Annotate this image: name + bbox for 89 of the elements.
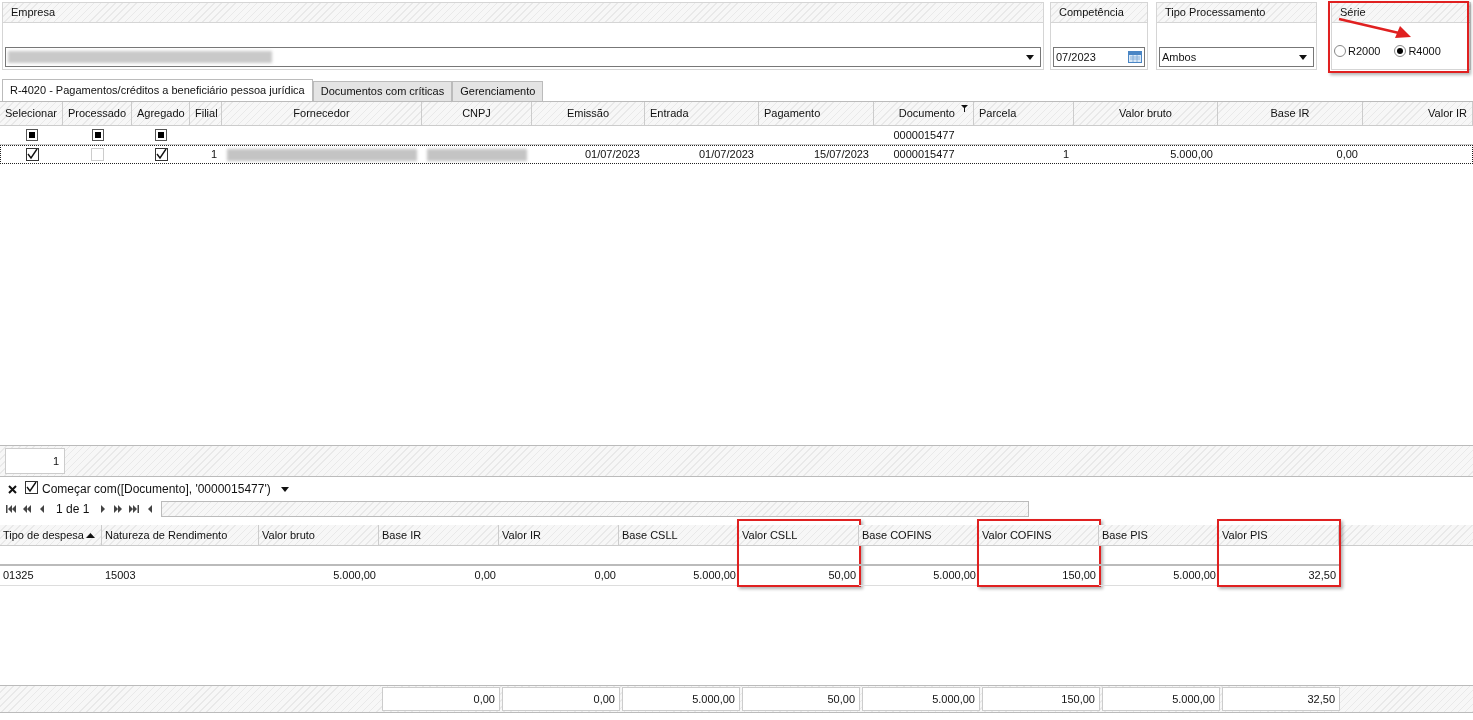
sort-ascending-icon[interactable] bbox=[86, 532, 95, 538]
total-cell: 32,50 bbox=[1222, 687, 1340, 711]
page-indicator: 1 de 1 bbox=[55, 501, 91, 518]
column-header[interactable]: Fornecedor bbox=[222, 102, 422, 125]
column-header[interactable]: Valor CSLL bbox=[739, 525, 859, 546]
checkbox[interactable] bbox=[154, 148, 168, 161]
filter-checkbox[interactable] bbox=[25, 129, 38, 141]
column-header[interactable]: Valor bruto bbox=[259, 525, 379, 546]
column-header[interactable]: Valor bruto bbox=[1074, 102, 1218, 125]
total-cell: 5.000,00 bbox=[622, 687, 740, 711]
date-field[interactable]: 07/2023 bbox=[1053, 47, 1145, 67]
column-header[interactable]: Pagamento bbox=[759, 102, 874, 125]
table-cell-text: 5.000,00 bbox=[333, 568, 376, 584]
panel-title: Série bbox=[1340, 5, 1366, 21]
filter-value: 0000015477 bbox=[893, 127, 955, 143]
filter-checkbox[interactable] bbox=[91, 129, 104, 141]
filter-icon[interactable] bbox=[961, 105, 968, 112]
column-header[interactable]: Entrada bbox=[645, 102, 759, 125]
column-header[interactable]: Selecionar bbox=[0, 102, 63, 125]
table-cell-text: 5.000,00 bbox=[1173, 568, 1216, 584]
column-header[interactable]: Base PIS bbox=[1099, 525, 1219, 546]
table-cell-text: 0,00 bbox=[594, 568, 616, 584]
table-cell-text: 0000015477 bbox=[893, 147, 955, 163]
total-cell: 5.000,00 bbox=[1102, 687, 1220, 711]
table-cell-text: 5.000,00 bbox=[1170, 147, 1213, 163]
record-count: 1 bbox=[5, 448, 65, 474]
column-header[interactable]: Base IR bbox=[1218, 102, 1363, 125]
filter-expression: Começar com([Documento], '0000015477') bbox=[42, 481, 271, 498]
column-header[interactable]: Tipo de despesa bbox=[0, 525, 102, 546]
table-cell-text: 5.000,00 bbox=[933, 568, 976, 584]
panel-title: Competência bbox=[1059, 5, 1124, 21]
column-header[interactable]: Base IR bbox=[379, 525, 499, 546]
dropdown-caret-icon bbox=[1026, 54, 1034, 60]
table-cell-text: 0,00 bbox=[1336, 147, 1358, 163]
dropdown-caret-icon bbox=[1299, 54, 1307, 60]
table-cell-text: 1 bbox=[210, 147, 217, 163]
checkbox[interactable] bbox=[25, 480, 38, 494]
table-cell-text: 01/07/2023 bbox=[698, 147, 754, 163]
column-header[interactable]: Valor IR bbox=[499, 525, 619, 546]
column-header[interactable]: Base COFINS bbox=[859, 525, 979, 546]
panel-title: Empresa bbox=[11, 5, 56, 21]
dropdown-caret-icon bbox=[280, 486, 289, 492]
table-cell-text: 15003 bbox=[105, 568, 136, 584]
tab[interactable]: Gerenciamento bbox=[452, 81, 544, 101]
radio-button[interactable] bbox=[1334, 44, 1346, 57]
radio-button[interactable] bbox=[1394, 44, 1407, 57]
column-header[interactable]: Processado bbox=[63, 102, 132, 125]
radio-option[interactable]: R2000 bbox=[1334, 42, 1381, 59]
table-row[interactable]: 1 01/07/2023 01/07/2023 15/07/2023 0000015477 1 5.000,00 0,00 bbox=[0, 145, 1473, 164]
total-cell: 150,00 bbox=[982, 687, 1100, 711]
filter-checkbox[interactable] bbox=[155, 129, 167, 141]
total-cell: 0,00 bbox=[382, 687, 500, 711]
total-cell: 0,00 bbox=[502, 687, 620, 711]
table-cell-text: 15/07/2023 bbox=[813, 147, 869, 163]
table-cell-text: 150,00 bbox=[1062, 568, 1096, 584]
calendar-icon[interactable] bbox=[1128, 51, 1142, 63]
table-cell-text: 1 bbox=[1062, 147, 1069, 163]
panel-title: Tipo Processamento bbox=[1165, 5, 1266, 21]
horizontal-scrollbar[interactable] bbox=[161, 501, 1030, 517]
company-select[interactable] bbox=[5, 47, 1041, 67]
column-header[interactable]: Parcela bbox=[974, 102, 1074, 125]
column-header[interactable]: Agregado bbox=[132, 102, 190, 125]
column-header[interactable]: Valor PIS bbox=[1219, 525, 1339, 546]
table-cell-text: 5.000,00 bbox=[693, 568, 736, 584]
table-cell-text: 0,00 bbox=[474, 568, 496, 584]
tab[interactable]: R-4020 - Pagamentos/créditos a beneficiário pessoa jurídica bbox=[2, 79, 313, 101]
radio-option[interactable]: R4000 bbox=[1394, 42, 1441, 59]
last-page-icon[interactable] bbox=[129, 505, 140, 513]
close-icon[interactable] bbox=[8, 484, 17, 494]
total-cell: 50,00 bbox=[742, 687, 860, 711]
tab[interactable]: Documentos com críticas bbox=[312, 81, 453, 101]
type-select[interactable]: Ambos bbox=[1159, 47, 1314, 67]
next-page-icon[interactable] bbox=[113, 505, 124, 513]
column-header[interactable]: Base CSLL bbox=[619, 525, 739, 546]
table-cell-text: 50,00 bbox=[828, 568, 856, 584]
column-header[interactable]: Filial bbox=[190, 102, 222, 125]
total-cell: 5.000,00 bbox=[862, 687, 980, 711]
first-page-icon[interactable] bbox=[6, 505, 16, 513]
column-header[interactable]: Valor COFINS bbox=[979, 525, 1099, 546]
column-header[interactable]: Natureza de Rendimento bbox=[102, 525, 259, 546]
column-header[interactable]: Valor IR bbox=[1363, 102, 1473, 125]
table-cell-text: 32,50 bbox=[1308, 568, 1336, 584]
table-cell-text: 01/07/2023 bbox=[584, 147, 640, 163]
column-header[interactable]: Emissão bbox=[532, 102, 645, 125]
table-cell-text: 01325 bbox=[3, 568, 34, 584]
checkbox[interactable] bbox=[25, 148, 39, 161]
previous-page-icon[interactable] bbox=[22, 505, 32, 513]
column-header[interactable]: Documento bbox=[874, 102, 974, 125]
column-header[interactable]: CNPJ bbox=[422, 102, 532, 125]
